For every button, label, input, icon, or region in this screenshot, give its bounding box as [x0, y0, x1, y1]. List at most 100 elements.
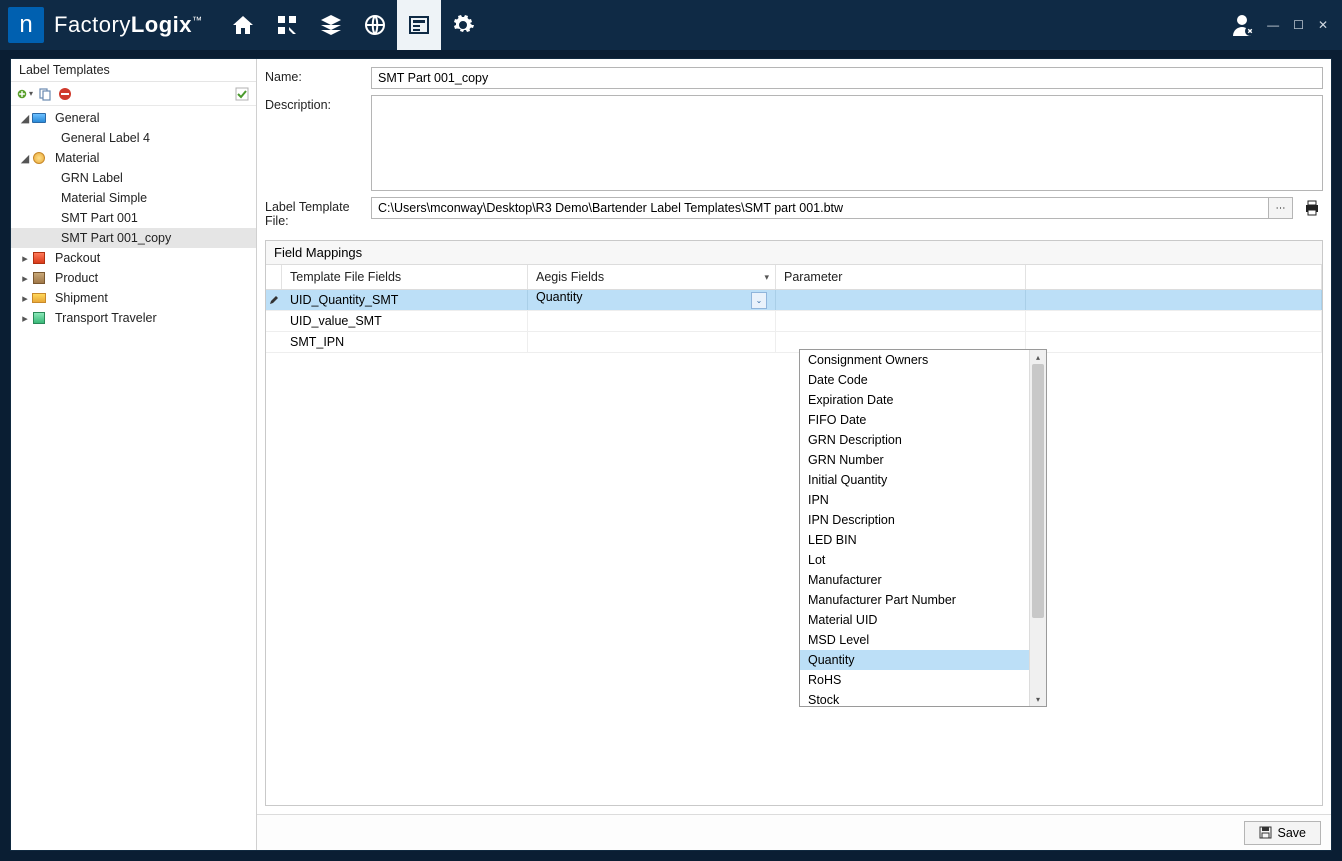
tree-leaf[interactable]: Material Simple: [11, 188, 256, 208]
browse-button[interactable]: ⋯: [1269, 197, 1293, 219]
dropdown-scrollbar[interactable]: ▴ ▾: [1029, 350, 1046, 706]
folder-icon: [31, 311, 47, 325]
cell-aegis-field[interactable]: [528, 332, 776, 352]
copy-button[interactable]: [37, 86, 53, 102]
col-aegis-fields[interactable]: Aegis Fields▾: [528, 265, 776, 289]
close-button[interactable]: ✕: [1318, 18, 1328, 32]
cell-extra[interactable]: [1026, 332, 1322, 352]
stack-icon[interactable]: [309, 0, 353, 50]
dropdown-item[interactable]: Expiration Date: [800, 390, 1029, 410]
brand-prefix: Factory: [54, 12, 131, 37]
ribbon-buttons: [221, 0, 485, 50]
folder-icon: [31, 151, 47, 165]
tree-leaf-label: SMT Part 001_copy: [57, 231, 171, 245]
form-area: Name: Description: Label Template File: …: [257, 59, 1331, 240]
dropdown-item[interactable]: Stock: [800, 690, 1029, 706]
dropdown-item[interactable]: LED BIN: [800, 530, 1029, 550]
cell-template-field[interactable]: UID_Quantity_SMT: [282, 290, 528, 310]
file-path-input[interactable]: [371, 197, 1269, 219]
dropdown-item[interactable]: IPN Description: [800, 510, 1029, 530]
dropdown-item[interactable]: Lot: [800, 550, 1029, 570]
dropdown-item[interactable]: Material UID: [800, 610, 1029, 630]
filter-icon[interactable]: ▾: [764, 272, 769, 283]
dropdown-item[interactable]: FIFO Date: [800, 410, 1029, 430]
col-extra[interactable]: [1026, 265, 1322, 289]
dropdown-item[interactable]: GRN Description: [800, 430, 1029, 450]
brand-suffix: Logix: [131, 12, 192, 37]
dropdown-item[interactable]: MSD Level: [800, 630, 1029, 650]
cell-template-field[interactable]: SMT_IPN: [282, 332, 528, 352]
grid-row[interactable]: SMT_IPN: [266, 332, 1322, 353]
tree-node[interactable]: ▸Shipment: [11, 288, 256, 308]
tree-node-label: Transport Traveler: [51, 311, 157, 325]
globe-icon[interactable]: [353, 0, 397, 50]
cell-extra[interactable]: [1026, 311, 1322, 331]
brand-text: FactoryLogix™: [54, 12, 203, 38]
app-logo: n: [8, 7, 44, 43]
dropdown-item[interactable]: Consignment Owners: [800, 350, 1029, 370]
description-input[interactable]: [371, 95, 1323, 191]
cell-extra[interactable]: [1026, 290, 1322, 310]
scroll-thumb[interactable]: [1032, 364, 1044, 618]
description-row: Description:: [265, 95, 1323, 191]
dropdown-item[interactable]: IPN: [800, 490, 1029, 510]
file-row: Label Template File: ⋯: [265, 197, 1323, 228]
dropdown-toggle[interactable]: ⌄: [751, 292, 767, 309]
template-icon[interactable]: [397, 0, 441, 50]
grid-row[interactable]: UID_value_SMT: [266, 311, 1322, 332]
tree-node[interactable]: ▸Packout: [11, 248, 256, 268]
grid-edit-icon[interactable]: [265, 0, 309, 50]
name-input[interactable]: [371, 67, 1323, 89]
print-icon[interactable]: [1301, 197, 1323, 219]
minimize-button[interactable]: —: [1267, 18, 1279, 32]
save-label: Save: [1278, 826, 1307, 840]
validate-button[interactable]: [234, 86, 250, 102]
cell-aegis-field[interactable]: Quantity⌄: [528, 290, 776, 310]
cell-parameter[interactable]: [776, 311, 1026, 331]
delete-button[interactable]: [57, 86, 73, 102]
folder-icon: [31, 291, 47, 305]
dropdown-item[interactable]: GRN Number: [800, 450, 1029, 470]
tree-node[interactable]: ◢General: [11, 108, 256, 128]
aegis-field-dropdown[interactable]: Consignment OwnersDate CodeExpiration Da…: [799, 349, 1047, 707]
tree-leaf-label: SMT Part 001: [57, 211, 138, 225]
user-account-icon[interactable]: [1229, 11, 1257, 39]
dropdown-item[interactable]: Date Code: [800, 370, 1029, 390]
tree-leaf[interactable]: GRN Label: [11, 168, 256, 188]
tree-node[interactable]: ▸Product: [11, 268, 256, 288]
tree-node-label: Packout: [51, 251, 100, 265]
template-tree[interactable]: ◢GeneralGeneral Label 4◢MaterialGRN Labe…: [11, 106, 256, 850]
main-panel: Name: Description: Label Template File: …: [257, 59, 1331, 850]
cell-template-field[interactable]: UID_value_SMT: [282, 311, 528, 331]
tree-node[interactable]: ▸Transport Traveler: [11, 308, 256, 328]
tree-node-label: General: [51, 111, 99, 125]
footer: Save: [257, 814, 1331, 850]
tree-leaf-label: Material Simple: [57, 191, 147, 205]
grid-row[interactable]: UID_Quantity_SMTQuantity⌄: [266, 290, 1322, 311]
dropdown-item[interactable]: Quantity: [800, 650, 1029, 670]
col-parameter[interactable]: Parameter: [776, 265, 1026, 289]
tree-leaf[interactable]: General Label 4: [11, 128, 256, 148]
home-icon[interactable]: [221, 0, 265, 50]
add-button[interactable]: [17, 86, 33, 102]
save-button[interactable]: Save: [1244, 821, 1322, 845]
name-row: Name:: [265, 67, 1323, 89]
tree-leaf[interactable]: SMT Part 001: [11, 208, 256, 228]
dropdown-item[interactable]: Manufacturer: [800, 570, 1029, 590]
window-controls: — ☐ ✕: [1267, 18, 1328, 32]
settings-icon[interactable]: [441, 0, 485, 50]
dropdown-item[interactable]: Manufacturer Part Number: [800, 590, 1029, 610]
maximize-button[interactable]: ☐: [1293, 18, 1304, 32]
folder-icon: [31, 251, 47, 265]
tree-node[interactable]: ◢Material: [11, 148, 256, 168]
cell-parameter[interactable]: [776, 290, 1026, 310]
dropdown-item[interactable]: Initial Quantity: [800, 470, 1029, 490]
cell-aegis-field[interactable]: [528, 311, 776, 331]
scroll-up-icon[interactable]: ▴: [1030, 350, 1046, 364]
name-label: Name:: [265, 67, 371, 84]
col-template-fields[interactable]: Template File Fields: [282, 265, 528, 289]
tree-leaf[interactable]: SMT Part 001_copy: [11, 228, 256, 248]
dropdown-item[interactable]: RoHS: [800, 670, 1029, 690]
folder-icon: [31, 271, 47, 285]
scroll-down-icon[interactable]: ▾: [1030, 692, 1046, 706]
